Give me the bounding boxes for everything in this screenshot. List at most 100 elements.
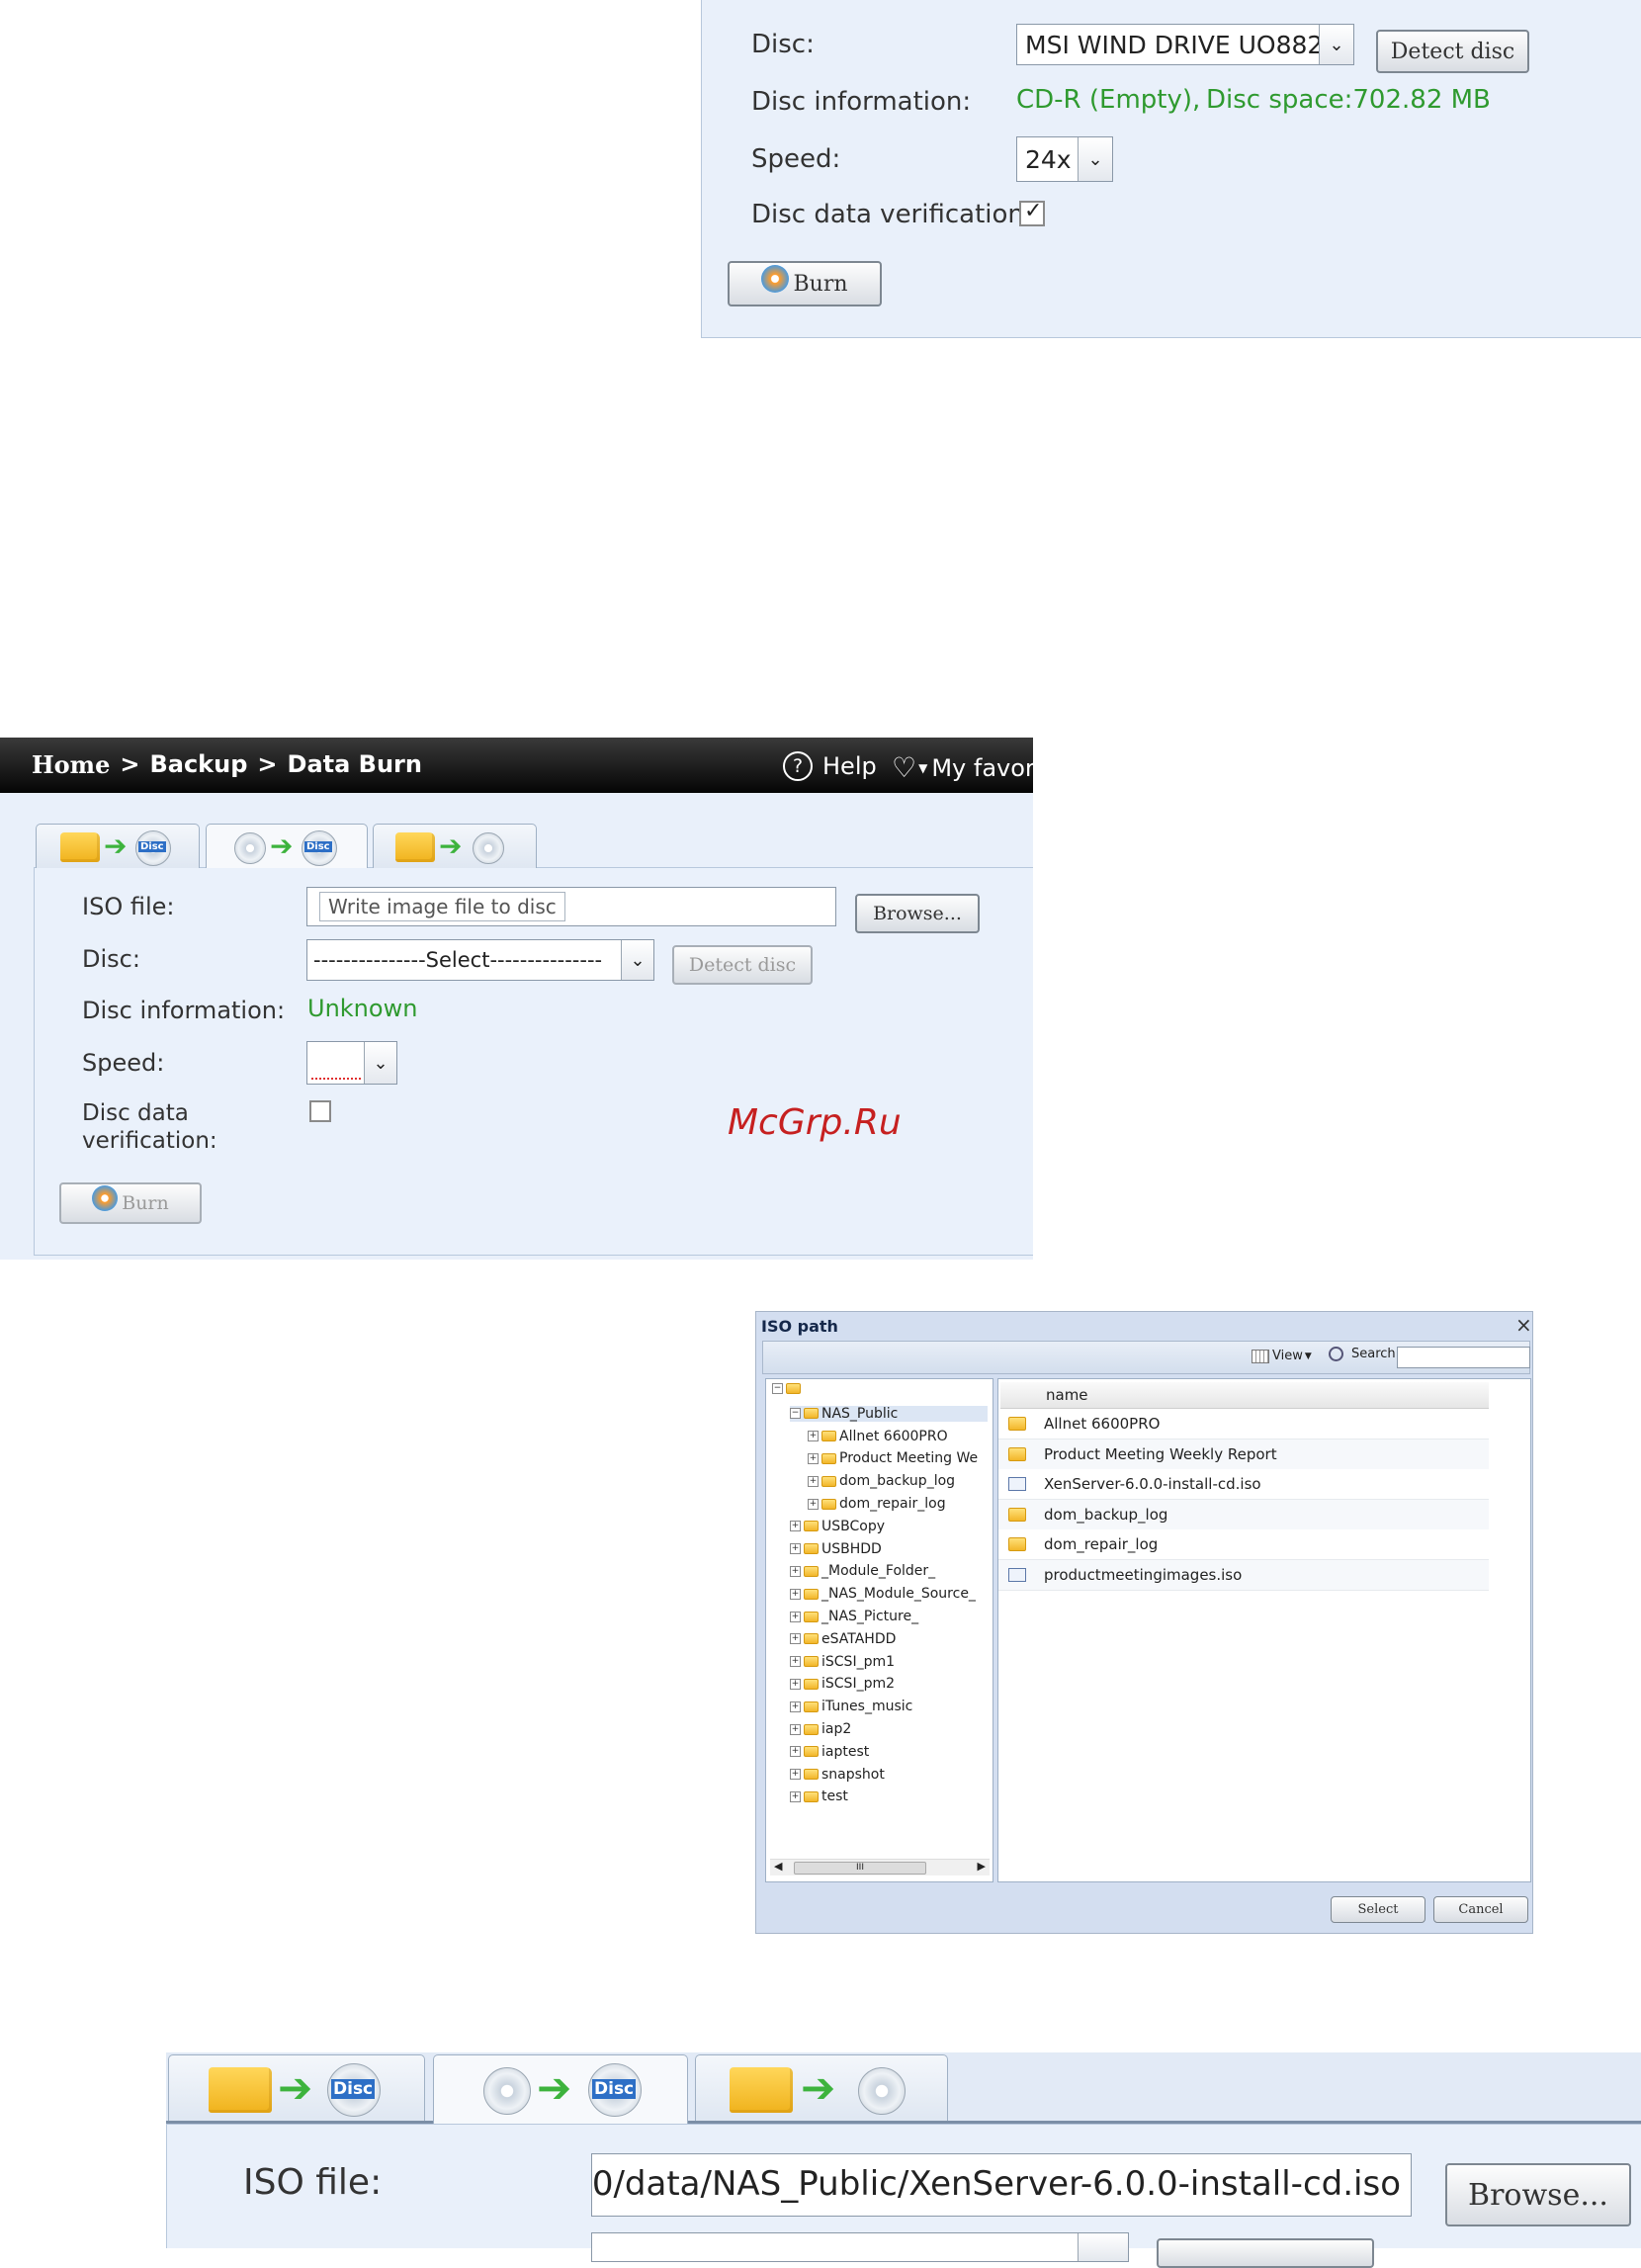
chevron-down-icon[interactable]: ⌄ [1319,25,1353,64]
expand-icon[interactable]: + [790,1678,801,1690]
folder-icon [804,1769,819,1781]
expand-icon[interactable]: + [790,1565,801,1577]
burn-button[interactable]: Burn [59,1182,202,1224]
help-link[interactable]: ? Help [783,751,877,781]
detect-disc-button-partial[interactable] [1157,2238,1374,2268]
expand-icon[interactable]: + [790,1746,801,1758]
tab-folder-to-disc[interactable]: ➔ Disc [168,2054,425,2121]
detect-disc-button[interactable]: Detect disc [672,945,813,985]
expand-icon[interactable]: + [790,1656,801,1668]
tree-node[interactable]: + iTunes_music [790,1699,912,1714]
search-label: Search: [1351,1347,1401,1361]
tree-node[interactable]: + _Module_Folder_ [790,1563,935,1579]
tree-node[interactable]: − NAS_Public [790,1405,988,1422]
tree-node-label: iTunes_music [821,1699,913,1715]
search-input[interactable] [1397,1347,1530,1368]
browse-button[interactable]: Browse... [855,894,980,933]
speed-label: Speed: [751,144,841,174]
expand-icon[interactable]: + [790,1701,801,1712]
tree-node-label: iaptest [821,1743,870,1760]
speed-select[interactable]: 24x ⌄ [1016,136,1113,182]
iso-file-input[interactable]: id0/data/NAS_Public/XenServer-6.0.0-inst… [591,2153,1412,2217]
dialog-title: ISO path [761,1317,838,1336]
disc-select[interactable]: MSI WIND DRIVE UO882 ⌄ [1016,24,1354,65]
tree-node[interactable]: + test [790,1788,848,1804]
tree-node[interactable]: + Allnet 6600PRO [808,1429,948,1444]
expand-icon[interactable]: + [790,1790,801,1802]
tree-node[interactable]: + USBCopy [790,1519,885,1534]
browse-button[interactable]: Browse... [1445,2163,1631,2226]
collapse-icon[interactable]: − [790,1408,801,1420]
disc-data-verification-checkbox[interactable] [309,1100,331,1122]
expand-icon[interactable]: + [808,1498,819,1510]
disc-select[interactable]: ---------------Select--------------- ⌄ [306,939,654,981]
tree-node[interactable]: + USBHDD [790,1541,882,1557]
column-name-header[interactable]: name [1046,1386,1088,1404]
tree-node[interactable]: + dom_repair_log [808,1496,946,1512]
file-row[interactable]: productmeetingimages.iso [998,1559,1489,1591]
disc-select-partial[interactable] [591,2232,1129,2262]
chevron-down-icon[interactable] [1078,2233,1128,2261]
iso-file-icon [1008,1567,1026,1582]
close-icon[interactable]: × [1515,1313,1532,1337]
expand-icon[interactable]: + [808,1452,819,1464]
cancel-button[interactable]: Cancel [1433,1896,1528,1923]
chevron-down-icon[interactable]: ⌄ [364,1042,396,1084]
tree-node[interactable]: + iaptest [790,1744,869,1760]
scroll-thumb[interactable]: III [794,1862,926,1875]
breadcrumb-home[interactable]: Home [32,750,110,779]
burn-button[interactable]: Burn [728,261,882,306]
chevron-down-icon[interactable]: ⌄ [1078,137,1112,181]
chevron-down-icon[interactable]: ⌄ [621,940,653,980]
disc-information-value: Unknown [307,995,418,1022]
tree-node[interactable]: + eSATAHDD [790,1631,896,1647]
expand-icon[interactable]: + [790,1611,801,1622]
expand-icon[interactable]: + [808,1475,819,1487]
expand-icon[interactable]: + [790,1633,801,1645]
tab-image-to-disc[interactable]: ➔ Disc [433,2054,688,2124]
verification-label-line1: Disc data [82,1100,189,1126]
detect-disc-button[interactable]: Detect disc [1376,30,1529,73]
scroll-right-icon[interactable]: ▶ [978,1860,986,1873]
tree-node[interactable]: + iSCSI_pm1 [790,1654,895,1670]
folder-icon [804,1723,819,1735]
expand-icon[interactable]: + [790,1521,801,1532]
breadcrumb-backup[interactable]: Backup [149,750,247,779]
tree-node[interactable]: + dom_backup_log [808,1473,955,1489]
collapse-icon[interactable]: − [772,1383,783,1394]
disc-data-verification-checkbox[interactable]: ✓ [1019,199,1045,226]
file-row[interactable]: Product Meeting Weekly Report [998,1439,1489,1470]
iso-file-input[interactable]: Write image file to disc [306,887,836,926]
file-row[interactable]: dom_repair_log [998,1529,1489,1560]
chevron-down-icon: ▼ [918,760,928,775]
speed-select[interactable]: ⌄ [306,1041,397,1085]
tree-node[interactable]: + _NAS_Module_Source_ [790,1586,976,1602]
expand-icon[interactable]: + [790,1543,801,1555]
file-row[interactable]: Allnet 6600PRO [998,1409,1489,1439]
expand-icon[interactable]: + [790,1723,801,1735]
select-button[interactable]: Select [1331,1896,1425,1923]
expand-icon[interactable]: + [790,1769,801,1781]
tab-folder-to-image[interactable]: ➔ [695,2054,948,2121]
expand-icon[interactable]: + [808,1431,819,1442]
tree-node[interactable]: + Product Meeting We [808,1450,978,1466]
tab-folder-to-image[interactable]: ➔ [373,824,537,868]
file-row[interactable]: dom_backup_log [998,1499,1489,1530]
view-menu[interactable]: View ▼ [1252,1349,1312,1363]
tree-node[interactable]: + snapshot [790,1767,885,1783]
tree-horizontal-scrollbar[interactable]: ◀ III ▶ [770,1859,990,1875]
verification-label-line2: verification: [82,1128,217,1154]
disc-badge: Disc [331,2079,376,2099]
burn-button-label: Burn [122,1192,169,1214]
tree-node[interactable]: + iap2 [790,1721,851,1737]
my-favorites-link[interactable]: ♡ ▼ My favori [892,751,1033,784]
scroll-left-icon[interactable]: ◀ [774,1860,782,1873]
tree-node[interactable]: + _NAS_Picture_ [790,1609,918,1624]
tree-node[interactable]: + iSCSI_pm2 [790,1676,895,1692]
file-row[interactable]: XenServer-6.0.0-install-cd.iso [998,1469,1489,1500]
tab-image-to-disc[interactable]: ➔ Disc [206,824,368,868]
tab-folder-to-disc[interactable]: ➔ Disc [36,824,200,868]
tree-node[interactable]: − [772,1383,804,1394]
expand-icon[interactable]: + [790,1588,801,1600]
speed-invalid-underline [311,1074,361,1080]
